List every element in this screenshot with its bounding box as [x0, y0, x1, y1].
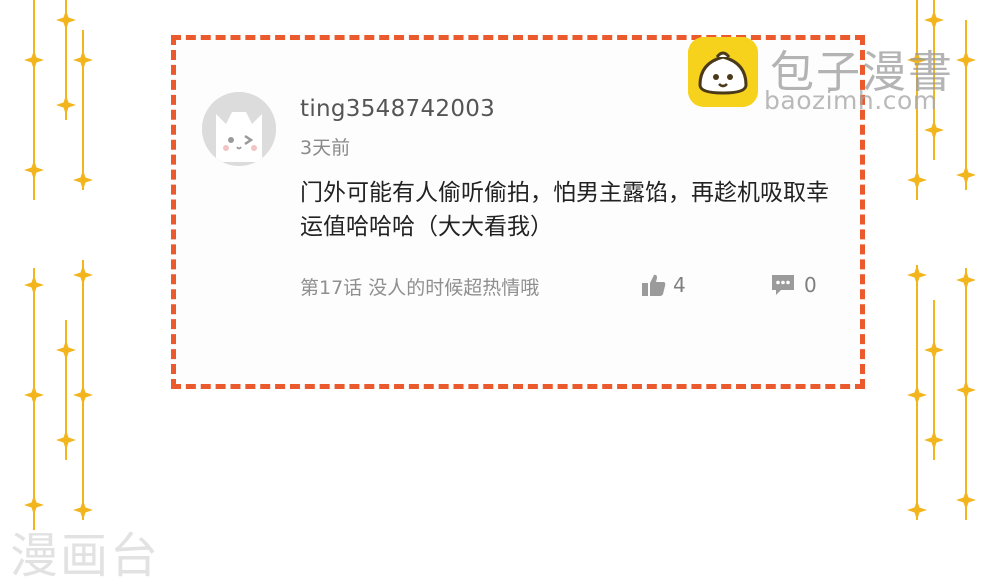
baozi-logo-icon [688, 37, 758, 107]
reply-button[interactable]: 0 [770, 273, 817, 297]
watermark-text: 漫画台 [10, 528, 161, 584]
reply-count: 0 [804, 273, 817, 297]
comment-body: 门外可能有人偷听偷拍，怕男主露馅，再趁机吸取幸运值哈哈哈（大大看我） [300, 180, 829, 240]
like-count: 4 [673, 273, 686, 297]
user-avatar[interactable] [202, 92, 276, 166]
like-button[interactable]: 4 [641, 273, 686, 297]
comment-username[interactable]: ting3548742003 [300, 96, 495, 122]
comment-time: 3天前 [300, 137, 351, 159]
speech-bubble-icon [772, 275, 794, 295]
thumbs-up-icon [642, 274, 666, 296]
chapter-link[interactable]: 第17话 没人的时候超热情哦 [300, 273, 539, 300]
cat-avatar-icon [202, 92, 276, 166]
brand-url: baozimh.com [764, 86, 938, 115]
comment-card: ting3548742003 3天前 门外可能有人偷听偷拍，怕男主露馅，再趁机吸… [171, 35, 865, 389]
